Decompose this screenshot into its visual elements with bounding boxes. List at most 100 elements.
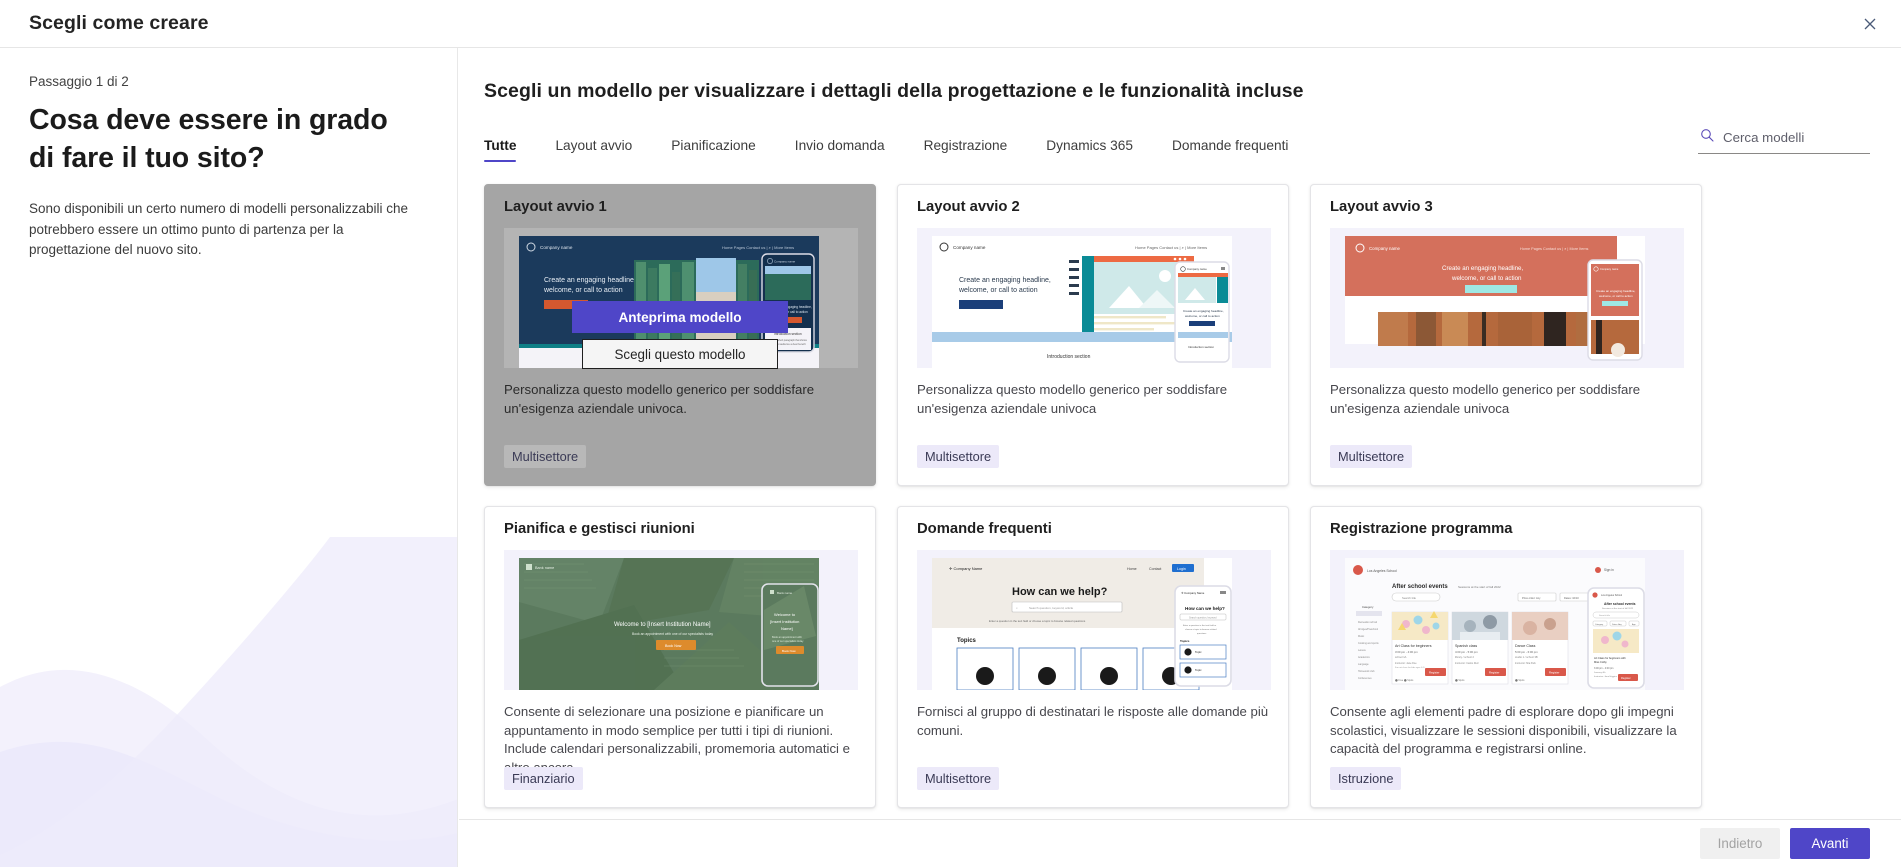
- svg-text:Create an engaging headline,: Create an engaging headline,: [1442, 265, 1523, 272]
- template-card-layout-avvio-1[interactable]: Layout avvio 1 Company name Home Pages C…: [484, 184, 876, 486]
- close-icon: [1864, 18, 1876, 30]
- card-tag: Multisettore: [1330, 445, 1413, 468]
- svg-text:Cooking and sports: Cooking and sports: [1358, 642, 1379, 645]
- card-description: Personalizza questo modello generico per…: [917, 382, 1228, 416]
- svg-text:Sessions at the start of fall: Sessions at the start of fall 2022: [1602, 607, 1634, 610]
- svg-text:Fun art class for kids ages 6-: Fun art class for kids ages 6-9.: [1395, 666, 1425, 669]
- svg-text:Introduction section: Introduction section: [1047, 354, 1091, 360]
- svg-text:Book Now: Book Now: [782, 649, 797, 653]
- svg-text:5:00 pm - 6:00 pm: 5:00 pm - 6:00 pm: [1515, 650, 1538, 654]
- tab-domande-frequenti[interactable]: Domande frequenti: [1172, 138, 1288, 162]
- svg-text:⬤ Spots: ⬤ Spots: [1455, 679, 1465, 682]
- svg-text:Register: Register: [1621, 676, 1631, 680]
- svg-text:Name]: Name]: [781, 626, 793, 631]
- svg-text:Search question, keyword: Search question, keyword: [1189, 617, 1217, 620]
- step-indicator: Passaggio 1 di 2: [29, 74, 129, 89]
- svg-text:Dates: Any: Dates: Any: [1612, 623, 1622, 626]
- svg-text:Bank name: Bank name: [535, 566, 554, 570]
- card-title: Registrazione programma: [1330, 521, 1513, 537]
- tab-registrazione[interactable]: Registrazione: [924, 138, 1008, 162]
- svg-text:Instructor: Jane Doe: Instructor: Jane Doe: [1395, 662, 1417, 665]
- svg-text:Welcome to: Welcome to: [774, 612, 796, 617]
- template-card-registrazione-programma[interactable]: Registrazione programma Los Angeles Scho…: [1310, 506, 1702, 808]
- back-button[interactable]: Indietro: [1700, 828, 1780, 859]
- card-description: Fornisci al gruppo di destinatari le ris…: [917, 704, 1269, 738]
- svg-text:Conferences: Conferences: [1358, 677, 1372, 680]
- svg-text:Company name: Company name: [1187, 267, 1207, 271]
- tab-pianificazione[interactable]: Pianificazione: [671, 138, 755, 162]
- svg-text:Create an engaging headline,: Create an engaging headline,: [959, 277, 1051, 284]
- search-icon: [1700, 128, 1714, 147]
- svg-text:3:00 pm - 4:00 pm: 3:00 pm - 4:00 pm: [1594, 667, 1613, 670]
- svg-text:Miss Colby: Miss Colby: [1594, 660, 1607, 664]
- tab-layout-avvio[interactable]: Layout avvio: [555, 138, 632, 162]
- svg-text:Search title: Search title: [1599, 614, 1611, 617]
- template-card-domande-frequenti[interactable]: Domande frequenti ✛ Company Name Home Co…: [897, 506, 1289, 808]
- left-info-panel: Passaggio 1 di 2 Cosa deve essere in gra…: [0, 48, 458, 867]
- svg-text:Search question, keyword, arti: Search question, keyword, article: [1029, 606, 1074, 610]
- card-hover-actions: Anteprima modello Scegli questo modello: [485, 185, 875, 485]
- tab-tutte[interactable]: Tutte: [484, 138, 517, 162]
- card-tag: Finanziario: [504, 767, 583, 790]
- thumbnail-art-coral: Company name Home Pages Contact us | ⌕ |…: [1345, 236, 1645, 361]
- svg-text:Introduction section: Introduction section: [1188, 345, 1214, 349]
- choose-creation-dialog: Scegli come creare Passaggio 1 di 2 Cosa…: [0, 0, 1901, 867]
- close-button[interactable]: [1854, 8, 1886, 40]
- svg-text:Topics: Topics: [1180, 639, 1190, 643]
- card-thumbnail: Company name Home Pages Contact us | ⌕ |…: [917, 228, 1271, 368]
- svg-text:January 4th: January 4th: [1594, 671, 1606, 674]
- svg-text:questions: questions: [1197, 632, 1207, 635]
- dialog-header: Scegli come creare: [0, 0, 1901, 48]
- dialog-title: Scegli come creare: [29, 12, 209, 34]
- next-button[interactable]: Avanti: [1790, 828, 1870, 859]
- svg-text:✛ Company Name: ✛ Company Name: [1181, 591, 1205, 595]
- svg-text:library / school 2: library / school 2: [1455, 655, 1474, 659]
- svg-text:Los Angeles School: Los Angeles School: [1367, 569, 1397, 573]
- svg-text:Dates: 10/10: Dates: 10/10: [1564, 596, 1579, 600]
- template-card-layout-avvio-3[interactable]: Layout avvio 3 Company name Home Pages C…: [1310, 184, 1702, 486]
- card-title: Layout avvio 3: [1330, 199, 1433, 215]
- svg-text:Topic: Topic: [1195, 650, 1202, 654]
- svg-text:[Insert Institution: [Insert Institution: [770, 619, 799, 624]
- left-heading: Cosa deve essere in grado di fare il tuo…: [29, 104, 388, 174]
- svg-text:Book Now: Book Now: [665, 644, 682, 648]
- svg-text:Sign in: Sign in: [1604, 568, 1614, 572]
- choose-template-button[interactable]: Scegli questo modello: [582, 339, 778, 369]
- svg-text:4:00 pm - 5:00 pm: 4:00 pm - 5:00 pm: [1455, 650, 1478, 654]
- svg-text:Enter a question in the text f: Enter a question in the text field or: [1183, 624, 1216, 627]
- thumbnail-art-green: Bank name Welcome to [Insert Institution…: [519, 558, 819, 690]
- svg-text:Home Pages Contact us |: Home Pages Contact us | ⌕ | More Items: [1135, 245, 1207, 250]
- card-title: Layout avvio 2: [917, 199, 1020, 215]
- tab-dynamics-365[interactable]: Dynamics 365: [1046, 138, 1133, 162]
- svg-text:one of our specialists today: one of our specialists today: [772, 639, 804, 643]
- svg-text:Topic: Topic: [1195, 668, 1202, 672]
- search-input[interactable]: [1723, 130, 1868, 145]
- tab-invio-domanda[interactable]: Invio domanda: [795, 138, 885, 162]
- svg-text:Los Angeles School: Los Angeles School: [1601, 594, 1622, 597]
- template-card-layout-avvio-2[interactable]: Layout avvio 2 Company name Home Pages C…: [897, 184, 1289, 486]
- decorative-waves: [0, 537, 457, 867]
- card-thumbnail: Los Angeles School Sign in After school …: [1330, 550, 1684, 690]
- left-description: Sono disponibili un certo numero di mode…: [29, 201, 408, 257]
- svg-text:How can we help?: How can we help?: [1012, 586, 1108, 598]
- svg-text:All Ages/Preschool: All Ages/Preschool: [1358, 628, 1378, 631]
- card-thumbnail: ✛ Company Name Home Contact Login How ca…: [917, 550, 1271, 690]
- svg-text:Sessions at the start of fall: Sessions at the start of fall 2022: [1458, 585, 1501, 589]
- preview-template-button[interactable]: Anteprima modello: [572, 301, 788, 333]
- gallery-title: Scegli un modello per visualizzare i det…: [484, 80, 1304, 102]
- svg-text:Recreation school: Recreation school: [1358, 621, 1378, 624]
- svg-text:Homework club: Homework club: [1358, 670, 1375, 673]
- svg-text:Create an engaging headline,: Create an engaging headline,: [1183, 309, 1224, 313]
- svg-text:Dance Class: Dance Class: [1515, 644, 1536, 648]
- search-box[interactable]: [1698, 124, 1870, 154]
- svg-text:Create an engaging headline,: Create an engaging headline,: [1596, 289, 1636, 293]
- svg-text:welcome, or call to action: welcome, or call to action: [958, 287, 1038, 294]
- svg-text:choose a topic to browse relat: choose a topic to browse related: [1185, 628, 1217, 631]
- template-gallery-pane: Scegli un modello per visualizzare i det…: [459, 48, 1901, 819]
- card-tag: Multisettore: [917, 767, 1000, 790]
- svg-text:⬤ Free ⬤ Spots: ⬤ Free ⬤ Spots: [1395, 679, 1414, 682]
- svg-text:Register: Register: [1489, 671, 1499, 675]
- template-card-pianifica-gestisci-riunioni[interactable]: Pianifica e gestisci riunioni Bank name …: [484, 506, 876, 808]
- svg-text:Art Class for beginners with: Art Class for beginners with: [1594, 656, 1626, 660]
- category-tabs: Tutte Layout avvio Pianificazione Invio …: [484, 124, 1901, 162]
